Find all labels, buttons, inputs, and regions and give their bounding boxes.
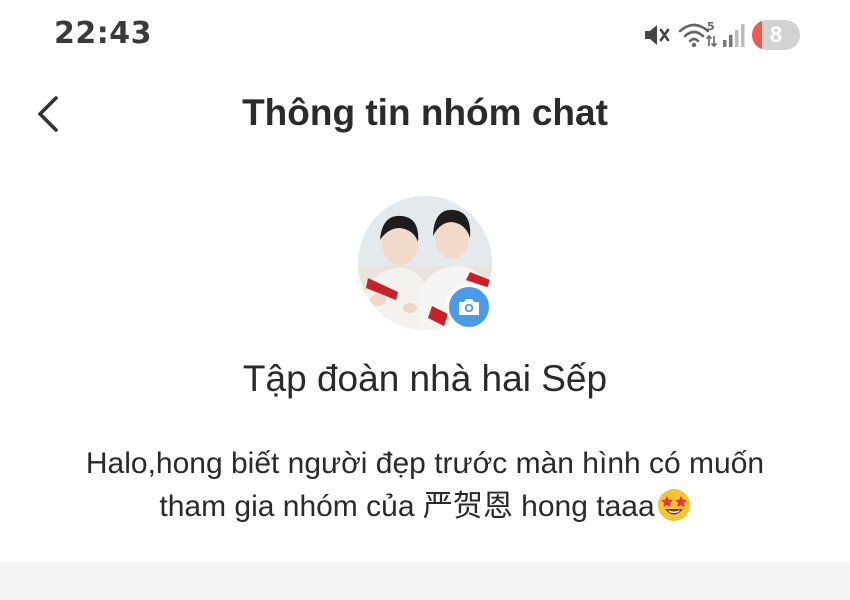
change-avatar-button[interactable] (446, 284, 492, 330)
page-title: Thông tin nhóm chat (242, 92, 608, 133)
group-avatar-container[interactable] (358, 196, 492, 330)
mute-icon (642, 21, 672, 49)
status-time: 22:43 (54, 16, 152, 51)
camera-icon (459, 299, 479, 315)
group-description-line-2-wrap: tham gia nhóm của 严贺恩 hong taaa (60, 485, 790, 534)
battery-icon: 8 (752, 20, 800, 50)
group-name[interactable]: Tập đoàn nhà hai Sếp (0, 358, 850, 400)
group-description-line-2: tham gia nhóm của 严贺恩 hong taaa (159, 490, 655, 523)
group-description[interactable]: Halo,hong biết người đẹp trước màn hình … (60, 442, 790, 534)
signal-icon (722, 22, 746, 48)
header: Thông tin nhóm chat (0, 80, 850, 148)
svg-text:5: 5 (707, 20, 715, 33)
section-divider (0, 562, 850, 600)
status-bar: 22:43 5 8 (0, 0, 850, 72)
battery-level: 8 (769, 22, 783, 47)
wifi-icon: 5 (678, 20, 718, 50)
star-struck-emoji (657, 488, 691, 534)
group-description-line-1: Halo,hong biết người đẹp trước màn hình … (85, 447, 765, 480)
status-icons: 5 8 (642, 18, 800, 52)
